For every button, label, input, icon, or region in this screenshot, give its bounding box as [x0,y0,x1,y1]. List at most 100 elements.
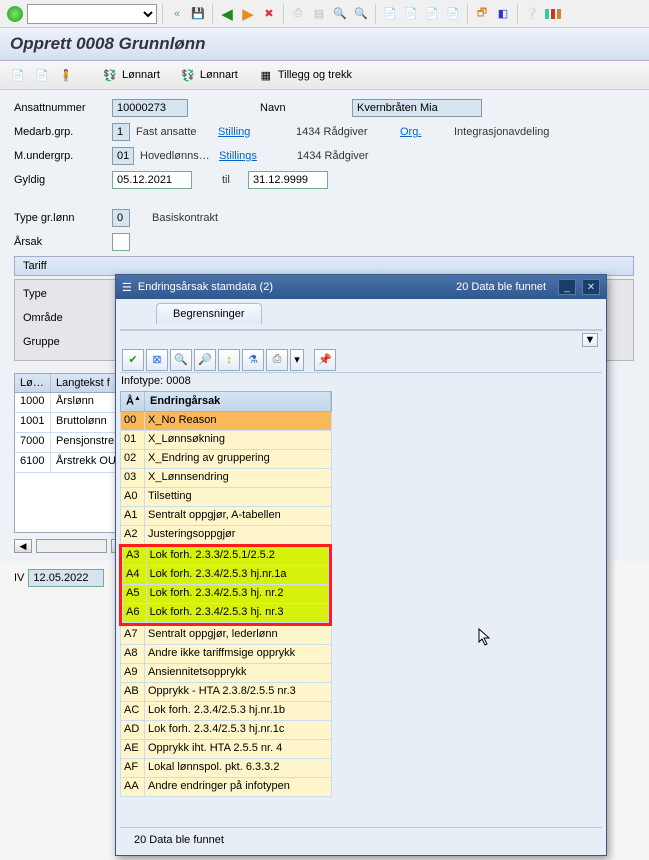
list-item[interactable]: ADLok forh. 2.3.4/2.5.3 hj.nr.1c [120,721,332,740]
list-item[interactable]: ACLok forh. 2.3.4/2.5.3 hj.nr.1b [120,702,332,721]
ansatt-input[interactable] [112,99,188,117]
doc4-icon[interactable]: 📄 [444,5,462,23]
close-button[interactable]: ✕ [582,279,600,295]
cursor-icon [478,628,494,648]
gyldig-til-input[interactable] [248,171,328,189]
layout-icon[interactable]: ◧ [494,5,512,23]
wage-icon-2: 💱 [180,67,196,83]
list-item[interactable]: A0Tilsetting [120,488,332,507]
pt-deselect[interactable]: ⊠ [146,349,168,371]
action-bar: 📄 📄 🧍 💱 Lønnart 💱 Lønnart ▦ Tillegg og t… [0,61,649,90]
popup-toolbar: ✔ ⊠ 🔍 🔎 ↕ ⚗ ⎙ ▾ 📌 [120,347,602,373]
list-item[interactable]: A5Lok forh. 2.3.4/2.5.3 hj. nr.2 [122,585,329,604]
page-title: Opprett 0008 Grunnlønn [10,34,639,54]
omraade-label: Område [23,312,115,324]
lonnart-button-1[interactable]: 💱 Lønnart [96,65,166,85]
wage-grid: Lø… Langtekst f 1000Årslønn1001Bruttoløn… [14,373,129,553]
view-icon[interactable]: ▤ [310,5,328,23]
gh-1[interactable]: Lø… [15,374,51,392]
list-item[interactable]: 01X_Lønnsøkning [120,431,332,450]
list-item[interactable]: A3Lok forh. 2.3.3/2.5.1/2.5.2 [122,547,329,566]
stilling-link[interactable]: Stilling [218,126,270,138]
collapse-icon[interactable]: ▼ [582,333,598,347]
scroll-left[interactable]: ◀ [14,539,32,553]
tab-begrensninger[interactable]: Begrensninger [156,303,262,324]
popup-titlebar: ☰ Endringsårsak stamdata (2) 20 Data ble… [116,275,606,299]
table-row[interactable]: 6100Årstrekk OU [14,453,129,473]
pt-find[interactable]: 🔍 [170,349,192,371]
pt-more[interactable]: ▾ [290,349,304,371]
list-item[interactable]: A7Sentralt oppgjør, lederlønn [120,626,332,645]
pt-sort[interactable]: ↕ [218,349,240,371]
table-row[interactable]: 1000Årslønn [14,393,129,413]
action-reject-icon[interactable]: 📄 [34,67,50,83]
stillings-text: 1434 Rådgiver [297,150,369,162]
highlight-box: A3Lok forh. 2.3.3/2.5.1/2.5.2A4Lok forh.… [119,544,332,626]
pt-filter[interactable]: ⚗ [242,349,264,371]
save-icon[interactable]: 💾 [189,5,207,23]
col-b[interactable]: Endringårsak [145,392,331,411]
navn-label: Navn [260,102,304,114]
list-item[interactable]: A2Justeringsoppgjør [120,526,332,545]
action-approve-icon[interactable]: 🧍 [58,67,74,83]
infotype-label: Infotype: 0008 [120,373,602,391]
type-label: Type [23,288,115,300]
nav-fwd-icon[interactable]: ▶ [239,5,257,23]
list-item[interactable]: A4Lok forh. 2.3.4/2.5.3 hj.nr.1a [122,566,329,585]
medarb-label: Medarb.grp. [14,126,106,138]
gyldig-fra-input[interactable] [112,171,192,189]
back-icon[interactable]: « [168,5,186,23]
iv-date-input[interactable] [28,569,104,587]
findnext-icon[interactable]: 🔍 [352,5,370,23]
list-item[interactable]: 02X_Endring av gruppering [120,450,332,469]
cancel-icon[interactable]: ✖ [260,5,278,23]
list-item[interactable]: AFLokal lønnspol. pkt. 6.3.3.2 [120,759,332,778]
pt-findnext[interactable]: 🔎 [194,349,216,371]
list-item[interactable]: A6Lok forh. 2.3.4/2.5.3 hj. nr.3 [122,604,329,623]
find-icon[interactable]: 🔍 [331,5,349,23]
help-icon[interactable]: ❔ [523,5,541,23]
tillegg-button[interactable]: ▦ Tillegg og trekk [252,65,358,85]
medarb-text: Fast ansatte [136,126,212,138]
pt-pin[interactable]: 📌 [314,349,336,371]
stillings-link[interactable]: Stillings [219,150,271,162]
lonnart-button-2[interactable]: 💱 Lønnart [174,65,244,85]
list-item[interactable]: A8Andre ikke tariffmsige opprykk [120,645,332,664]
munder-label: M.undergrp. [14,150,106,162]
col-a[interactable]: Å▲ [121,392,145,411]
org-link[interactable]: Org. [400,126,432,138]
nav-back-icon[interactable]: ◀ [218,5,236,23]
typegr-input[interactable] [112,209,130,227]
list-item[interactable]: 00X_No Reason [120,412,332,431]
aarsak-input[interactable] [112,233,130,251]
list-item[interactable]: A1Sentralt oppgjør, A-tabellen [120,507,332,526]
list-item[interactable]: A9Ansiennitetsopprykk [120,664,332,683]
panel-icon[interactable] [544,5,562,23]
list-item[interactable]: ABOpprykk - HTA 2.3.8/2.5.5 nr.3 [120,683,332,702]
medarb-input[interactable] [112,123,130,141]
pt-check[interactable]: ✔ [122,349,144,371]
navn-input[interactable] [352,99,482,117]
list-item[interactable]: 03X_Lønnsendring [120,469,332,488]
list-item[interactable]: AAAndre endringer på infotypen [120,778,332,797]
pt-print[interactable]: ⎙ [266,349,288,371]
tariff-header: Tariff [14,256,634,276]
doc1-icon[interactable]: 📄 [381,5,399,23]
gyldig-label: Gyldig [14,174,106,186]
list-item[interactable]: AEOpprykk iht. HTA 2.5.5 nr. 4 [120,740,332,759]
table-row[interactable]: 7000Pensjonstre [14,433,129,453]
grid-icon: ▦ [258,67,274,83]
org-text: Integrasjonavdeling [454,126,549,138]
table-row[interactable]: 1001Bruttolønn [14,413,129,433]
doc2-icon[interactable]: 📄 [402,5,420,23]
doc3-icon[interactable]: 📄 [423,5,441,23]
newwin-icon[interactable]: 🗗 [473,5,491,23]
checkmark-icon[interactable] [6,5,24,23]
context-dropdown[interactable] [27,4,157,24]
scroll-track[interactable] [36,539,107,553]
top-toolbar: « 💾 ◀ ▶ ✖ ⎙ ▤ 🔍 🔍 📄 📄 📄 📄 🗗 ◧ ❔ [0,0,649,28]
munder-input[interactable] [112,147,134,165]
action-doc-icon[interactable]: 📄 [10,67,26,83]
minimize-button[interactable]: _ [558,279,576,295]
print-icon[interactable]: ⎙ [289,5,307,23]
